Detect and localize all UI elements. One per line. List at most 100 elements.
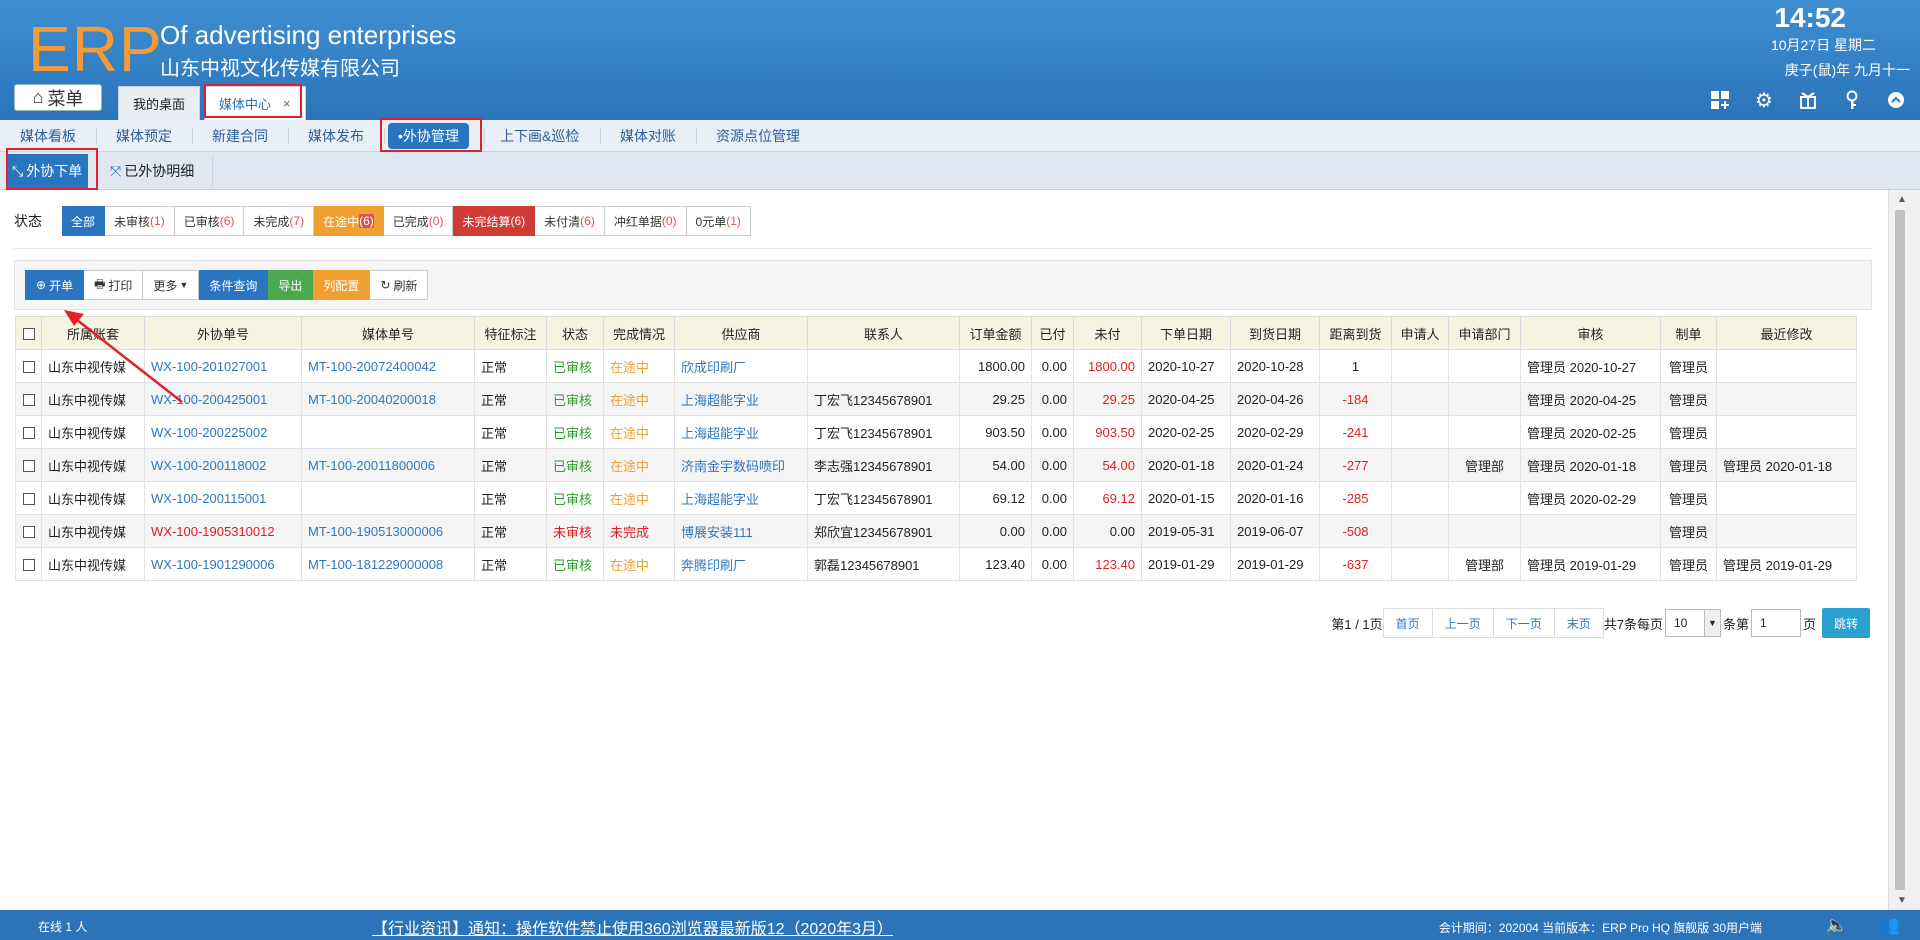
first-page-button[interactable]: 首页 bbox=[1382, 608, 1433, 638]
table-cell[interactable]: WX-100-1901290006 bbox=[144, 547, 302, 581]
collapse-up-icon[interactable] bbox=[1884, 88, 1908, 112]
row-select-cell[interactable] bbox=[15, 481, 42, 515]
row-checkbox[interactable] bbox=[22, 394, 35, 407]
tab-media-center[interactable]: 媒体中心 × bbox=[204, 86, 306, 120]
row-checkbox[interactable] bbox=[22, 427, 35, 440]
status-incomplete[interactable]: 未完成 (7) bbox=[244, 206, 315, 236]
row-select-cell[interactable] bbox=[15, 547, 42, 581]
goto-page-input[interactable]: 1 bbox=[1750, 609, 1801, 637]
col-header[interactable]: 最近修改 bbox=[1716, 316, 1857, 350]
speaker-icon[interactable]: 🔈 bbox=[1826, 915, 1848, 936]
export-button[interactable]: 导出 bbox=[268, 270, 314, 300]
table-cell[interactable]: 上海超能字业 bbox=[674, 382, 808, 416]
status-in-transit[interactable]: 在途中 (6) bbox=[314, 206, 384, 236]
row-select-cell[interactable] bbox=[15, 448, 42, 482]
status-unreviewed[interactable]: 未审核 (1) bbox=[105, 206, 175, 236]
status-reviewed[interactable]: 已审核 (6) bbox=[174, 206, 245, 236]
table-row[interactable]: 山东中视传媒 WX-100-1901290006 MT-100-1812290000… bbox=[15, 547, 1857, 581]
grid-add-icon[interactable] bbox=[1708, 88, 1732, 112]
table-cell[interactable] bbox=[301, 415, 475, 449]
table-row[interactable]: 山东中视传媒 WX-100-201027001 MT-100-20072400042… bbox=[15, 349, 1857, 383]
row-select-cell[interactable] bbox=[15, 382, 42, 416]
scrollbar-thumb[interactable] bbox=[1895, 210, 1905, 890]
prev-page-button[interactable]: 上一页 bbox=[1432, 608, 1494, 638]
table-cell[interactable]: WX-100-200115001 bbox=[144, 481, 302, 515]
col-header[interactable]: 到货日期 bbox=[1230, 316, 1320, 350]
status-zero-order[interactable]: 0元单 (1) bbox=[686, 206, 751, 236]
refresh-button[interactable]: ↻ 刷新 bbox=[370, 270, 429, 300]
col-header[interactable]: 申请人 bbox=[1391, 316, 1449, 350]
modnav-media-publish[interactable]: 媒体发布 bbox=[308, 120, 364, 152]
modnav-hanging-inspection[interactable]: 上下画&巡检 bbox=[500, 120, 579, 152]
modnav-resource-points[interactable]: 资源点位管理 bbox=[716, 120, 800, 152]
query-button[interactable]: 条件查询 bbox=[199, 270, 269, 300]
close-icon[interactable]: × bbox=[283, 96, 291, 111]
modnav-outsourcing[interactable]: •外协管理 bbox=[388, 120, 469, 152]
last-page-button[interactable]: 末页 bbox=[1554, 608, 1604, 638]
table-row[interactable]: 山东中视传媒 WX-100-200118002 MT-100-20011800006… bbox=[15, 448, 1857, 482]
menu-button[interactable]: ⌂ 菜单 bbox=[14, 84, 102, 111]
status-unpaid[interactable]: 未付清 (6) bbox=[535, 206, 605, 236]
table-row[interactable]: 山东中视传媒 WX-100-200115001 正常 已审核 在途中 上海超能字业 丁宏飞1… bbox=[15, 481, 1857, 515]
col-header[interactable]: 制单 bbox=[1660, 316, 1717, 350]
modnav-media-board[interactable]: 媒体看板 bbox=[20, 120, 76, 152]
col-header[interactable]: 订单金额 bbox=[959, 316, 1032, 350]
row-select-cell[interactable] bbox=[15, 514, 42, 548]
col-header[interactable]: 下单日期 bbox=[1141, 316, 1231, 350]
col-header[interactable]: 特征标注 bbox=[474, 316, 547, 350]
tab-my-desktop[interactable]: 我的桌面 bbox=[118, 86, 201, 120]
table-cell[interactable]: 上海超能字业 bbox=[674, 415, 808, 449]
news-link[interactable]: 【行业资讯】通知：操作软件禁止使用360浏览器最新版12（2020年3月） bbox=[372, 915, 893, 939]
status-all[interactable]: 全部 bbox=[62, 206, 106, 236]
table-cell[interactable]: 欣成印刷厂 bbox=[674, 349, 808, 383]
table-cell[interactable]: 上海超能字业 bbox=[674, 481, 808, 515]
new-order-button[interactable]: ⊕ 开单 bbox=[25, 270, 85, 300]
print-button[interactable]: 🖶 打印 bbox=[84, 270, 144, 300]
table-row[interactable]: 山东中视传媒 WX-100-200225002 正常 已审核 在途中 上海超能字业 丁宏飞1… bbox=[15, 415, 1857, 449]
table-cell[interactable]: MT-100-20072400042 bbox=[301, 349, 475, 383]
table-cell[interactable]: MT-100-20011800006 bbox=[301, 448, 475, 482]
modnav-media-reconcile[interactable]: 媒体对账 bbox=[620, 120, 676, 152]
row-select-cell[interactable] bbox=[15, 349, 42, 383]
gift-icon[interactable] bbox=[1796, 88, 1820, 112]
table-row[interactable]: 山东中视传媒 WX-100-1905310012 MT-100-1905130000… bbox=[15, 514, 1857, 548]
subtab-outsource-order[interactable]: ⤡ 外协下单 bbox=[6, 154, 89, 188]
col-header[interactable]: 完成情况 bbox=[603, 316, 675, 350]
select-all-cell[interactable] bbox=[15, 316, 42, 350]
modnav-new-contract[interactable]: 新建合同 bbox=[212, 120, 268, 152]
table-cell[interactable]: WX-100-1905310012 bbox=[144, 514, 302, 548]
users-icon[interactable]: 👥 bbox=[1878, 915, 1900, 936]
status-completed[interactable]: 已完成 (0) bbox=[383, 206, 454, 236]
col-header[interactable]: 申请部门 bbox=[1448, 316, 1521, 350]
table-cell[interactable]: 济南金宇数码喷印 bbox=[674, 448, 808, 482]
col-header[interactable]: 状态 bbox=[546, 316, 604, 350]
row-checkbox[interactable] bbox=[22, 526, 35, 539]
gear-icon[interactable]: ⚙ bbox=[1752, 88, 1776, 112]
row-checkbox[interactable] bbox=[22, 460, 35, 473]
table-cell[interactable]: MT-100-181229000008 bbox=[301, 547, 475, 581]
col-header[interactable]: 已付 bbox=[1031, 316, 1074, 350]
status-reversal[interactable]: 冲红单据 (0) bbox=[604, 206, 687, 236]
row-checkbox[interactable] bbox=[22, 559, 35, 572]
row-select-cell[interactable] bbox=[15, 415, 42, 449]
table-cell[interactable]: MT-100-190513000006 bbox=[301, 514, 475, 548]
goto-button[interactable]: 跳转 bbox=[1821, 608, 1870, 638]
col-header[interactable]: 联系人 bbox=[807, 316, 960, 350]
table-cell[interactable]: MT-100-20040200018 bbox=[301, 382, 475, 416]
table-cell[interactable]: WX-100-200225002 bbox=[144, 415, 302, 449]
select-all-checkbox[interactable] bbox=[22, 328, 35, 341]
status-unsettled[interactable]: 未完结算 (6) bbox=[453, 206, 536, 236]
more-button[interactable]: 更多 ▼ bbox=[143, 270, 200, 300]
col-header[interactable]: 审核 bbox=[1520, 316, 1661, 350]
table-cell[interactable]: WX-100-200118002 bbox=[144, 448, 302, 482]
next-page-button[interactable]: 下一页 bbox=[1493, 608, 1555, 638]
table-cell[interactable] bbox=[301, 481, 475, 515]
subtab-outsource-detail[interactable]: ⤧ 已外协明细 bbox=[104, 154, 200, 188]
table-row[interactable]: 山东中视传媒 WX-100-200425001 MT-100-20040200018… bbox=[15, 382, 1857, 416]
col-header[interactable]: 距离到货 bbox=[1319, 316, 1392, 350]
col-header[interactable]: 供应商 bbox=[674, 316, 808, 350]
col-header[interactable]: 未付 bbox=[1073, 316, 1142, 350]
row-checkbox[interactable] bbox=[22, 493, 35, 506]
column-config-button[interactable]: 列配置 bbox=[313, 270, 371, 300]
table-cell[interactable]: 博展安装111 bbox=[674, 514, 808, 548]
